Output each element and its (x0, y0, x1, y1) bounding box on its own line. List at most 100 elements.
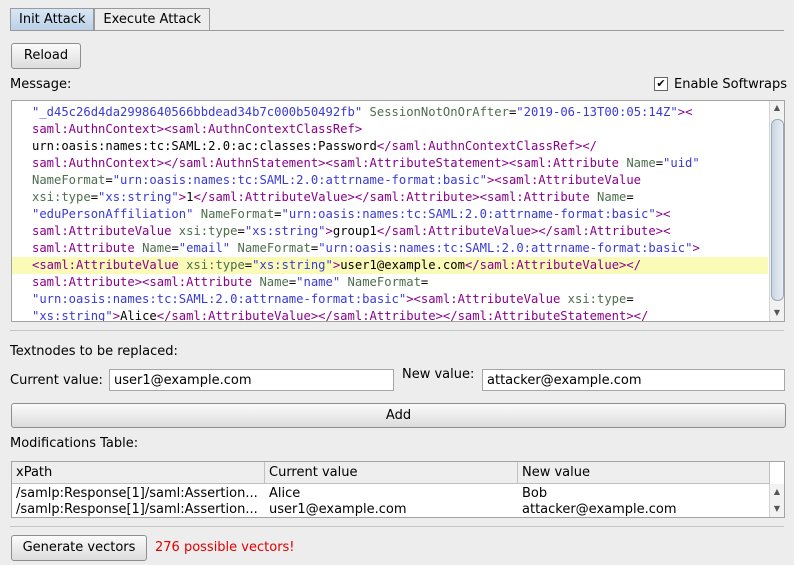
code-segment: "email" (178, 241, 231, 255)
code-segment: "_d45c26d4da2998640566bbdead34b7c000b504… (32, 105, 363, 119)
code-segment: xsi:type (178, 224, 238, 238)
modifications-table: xPath Current value New value /samlp:Res… (11, 461, 785, 518)
scroll-up-icon[interactable]: ▲ (770, 101, 784, 115)
message-line: saml:AuthnContext><saml:AuthnContextClas… (32, 121, 768, 138)
code-segment: = (105, 173, 113, 187)
code-segment: ><saml:AttributeValue (406, 292, 561, 306)
code-segment: > (178, 190, 187, 204)
code-segment: = (171, 241, 179, 255)
code-segment: >< (677, 105, 693, 119)
code-segment: xsi:type (186, 258, 245, 272)
code-segment: = (655, 156, 664, 170)
current-value-label: Current value: (10, 373, 103, 388)
reload-button[interactable]: Reload (11, 43, 81, 69)
message-line: saml:AuthnContext></saml:AuthnStatement>… (32, 155, 768, 172)
code-segment: = (626, 190, 634, 204)
cell-xpath: /samlp:Response[1]/saml:Assertion... (16, 502, 258, 517)
cell-new-value: attacker@example.com (522, 502, 677, 517)
code-segment: NameFormat (200, 207, 275, 221)
tab-init-attack[interactable]: Init Attack (10, 8, 95, 31)
code-segment: </saml:AttributeValue></saml:Attribute><… (156, 309, 649, 322)
new-value-input[interactable]: attacker@example.com (482, 369, 785, 391)
code-segment: group1 (332, 224, 377, 238)
code-segment: "xs:string" (252, 258, 333, 272)
separator (10, 526, 784, 527)
code-segment: Name (597, 190, 627, 204)
code-segment: "urn:oasis:names:tc:SAML:2.0:attrname-fo… (32, 292, 407, 306)
tab-execute-attack[interactable]: Execute Attack (94, 8, 211, 31)
code-segment: saml:AttributeValue (32, 224, 172, 238)
generate-vectors-button[interactable]: Generate vectors (11, 535, 147, 561)
code-segment: Name (142, 241, 172, 255)
message-line: "_d45c26d4da2998640566bbdead34b7c000b504… (32, 104, 768, 121)
code-segment: = (237, 224, 245, 238)
message-scrollbar[interactable]: ▲ ▼ (769, 101, 784, 321)
new-value-label: New value: (402, 367, 475, 382)
code-segment: user1@example.com (340, 258, 465, 272)
code-segment: saml:Attribute><saml:Attribute (32, 275, 253, 289)
modifications-label: Modifications Table: (10, 436, 139, 451)
highlighted-line: <saml:AttributeValue xsi:type="xs:string… (12, 257, 768, 274)
code-segment: Name (259, 275, 289, 289)
code-segment: "eduPersonAffiliation" (32, 207, 194, 221)
code-segment: "xs:string" (244, 224, 326, 238)
code-segment: = (274, 207, 282, 221)
scroll-down-icon[interactable]: ▼ (770, 306, 784, 320)
textnodes-label: Textnodes to be replaced: (10, 344, 178, 359)
column-header-current-value[interactable]: Current value (265, 462, 518, 483)
message-label: Message: (10, 77, 72, 92)
softwraps-checkbox[interactable]: ✔ (654, 77, 668, 91)
code-segment: </saml:AttributeValue></ (464, 258, 642, 272)
message-line: "xs:string">Alice</saml:AttributeValue><… (32, 308, 768, 322)
code-segment: "name" (296, 275, 341, 289)
code-segment: xsi:type (32, 190, 91, 204)
code-segment: "xs:string" (32, 309, 113, 322)
current-value-input[interactable]: user1@example.com (109, 369, 394, 391)
message-text[interactable]: "_d45c26d4da2998640566bbdead34b7c000b504… (12, 104, 768, 322)
code-segment: Name (626, 156, 656, 170)
message-line: xsi:type="xs:string">1</saml:AttributeVa… (32, 189, 768, 206)
scroll-thumb[interactable] (771, 119, 784, 301)
code-segment: saml:AuthnContext><saml:AuthnContextClas… (32, 122, 363, 136)
message-line: "urn:oasis:names:tc:SAML:2.0:attrname-fo… (32, 291, 768, 308)
cell-current-value: user1@example.com (269, 502, 407, 517)
code-segment: >< (655, 207, 671, 221)
scroll-down-icon[interactable]: ▼ (770, 502, 784, 516)
code-segment: NameFormat (237, 241, 311, 255)
code-segment: "urn:oasis:names:tc:SAML:2.0:attrname-fo… (112, 173, 487, 187)
column-header-xpath[interactable]: xPath (12, 462, 265, 483)
code-segment: "urn:oasis:names:tc:SAML:2.0:attrname-fo… (318, 241, 693, 255)
code-segment: = (90, 190, 99, 204)
code-segment: </saml:AttributeValue></saml:Attribute><… (193, 190, 590, 204)
table-row[interactable]: /samlp:Response[1]/saml:Assertion... Ali… (12, 486, 770, 502)
column-header-new-value[interactable]: New value (518, 462, 770, 483)
tab-divider (10, 30, 784, 31)
cell-current-value: Alice (269, 486, 301, 501)
add-button[interactable]: Add (11, 403, 786, 428)
code-segment: NameFormat (347, 275, 421, 289)
code-segment: ><saml:AttributeValue (486, 173, 642, 187)
code-segment: urn:oasis:names:tc:SAML:2.0:ac:classes:P… (32, 139, 377, 153)
code-segment: </saml:AttributeValue></saml:Attribute>< (376, 224, 671, 238)
cell-new-value: Bob (522, 486, 548, 501)
message-editor[interactable]: "_d45c26d4da2998640566bbdead34b7c000b504… (11, 100, 785, 322)
message-line: saml:AttributeValue xsi:type="xs:string"… (32, 223, 768, 240)
code-segment: SessionNotOnOrAfter (369, 105, 509, 119)
table-row[interactable]: /samlp:Response[1]/saml:Assertion... use… (12, 502, 770, 517)
code-segment: > (325, 224, 333, 238)
table-header: xPath Current value New value (12, 462, 770, 484)
scroll-up-icon[interactable]: ▲ (770, 485, 784, 499)
message-line: NameFormat="urn:oasis:names:tc:SAML:2.0:… (32, 172, 768, 189)
message-line: saml:Attribute Name="email" NameFormat="… (32, 240, 768, 257)
code-segment: xsi:type (567, 292, 627, 306)
vectors-count-text: 276 possible vectors! (155, 540, 295, 555)
table-scrollbar[interactable]: ▲ ▼ (769, 484, 784, 517)
code-segment: saml:AuthnContext></saml:AuthnStatement>… (32, 156, 619, 170)
